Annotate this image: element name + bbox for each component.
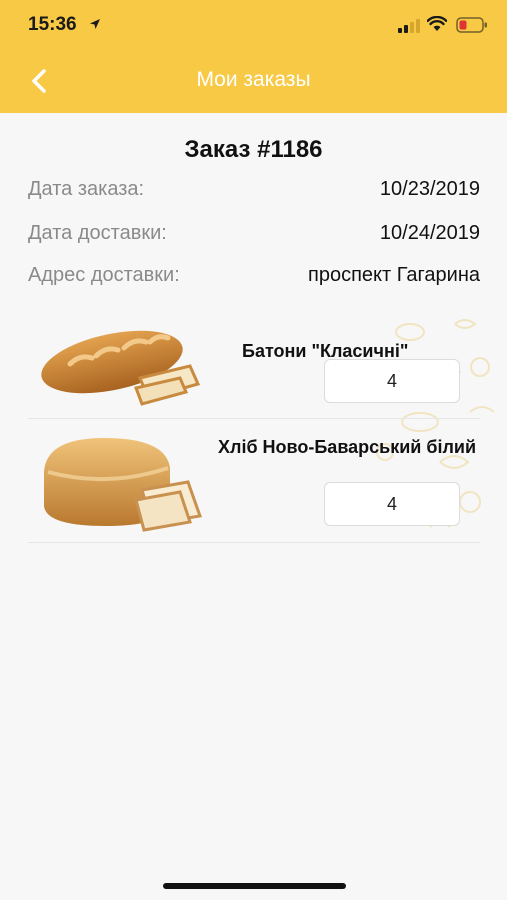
- divider: [28, 542, 480, 543]
- status-bar: 15:36: [0, 0, 507, 52]
- location-arrow-icon: [90, 19, 100, 29]
- product-name: Хліб Ново-Баварський білий: [218, 437, 477, 457]
- quantity-field[interactable]: 4: [324, 359, 460, 403]
- product-item[interactable]: Хліб Ново-Баварський білий 4: [28, 420, 480, 542]
- page-title: Мои заказы: [196, 68, 311, 91]
- order-title: Заказ #1186: [184, 136, 323, 163]
- product-item[interactable]: Батони "Класичні" 4: [28, 312, 480, 418]
- battery-icon: [456, 17, 487, 33]
- white-bread-loaf-image: [44, 438, 203, 532]
- order-date-label: Дата заказа:: [28, 178, 145, 200]
- quantity-field[interactable]: 4: [324, 482, 460, 526]
- home-indicator: [163, 883, 346, 889]
- order-date-value: 10/23/2019: [379, 178, 480, 200]
- delivery-date-value: 10/24/2019: [379, 222, 480, 244]
- order-date-row: Дата заказа: 10/23/2019: [28, 178, 480, 208]
- wifi-icon: [427, 16, 447, 31]
- delivery-date-label: Дата доставки:: [28, 222, 167, 244]
- delivery-address-label: Адрес доставки:: [28, 264, 180, 286]
- status-time: 15:36: [28, 14, 77, 35]
- delivery-address-value: проспект Гагарина: [308, 264, 480, 286]
- baton-bread-image: [41, 330, 201, 406]
- cellular-signal-icon: [398, 19, 420, 33]
- delivery-address-row: Адрес доставки: проспект Гагарина: [28, 264, 480, 294]
- divider: [28, 418, 480, 419]
- delivery-date-row: Дата доставки: 10/24/2019: [28, 222, 480, 252]
- header: 15:36 Мои заказы: [0, 0, 507, 113]
